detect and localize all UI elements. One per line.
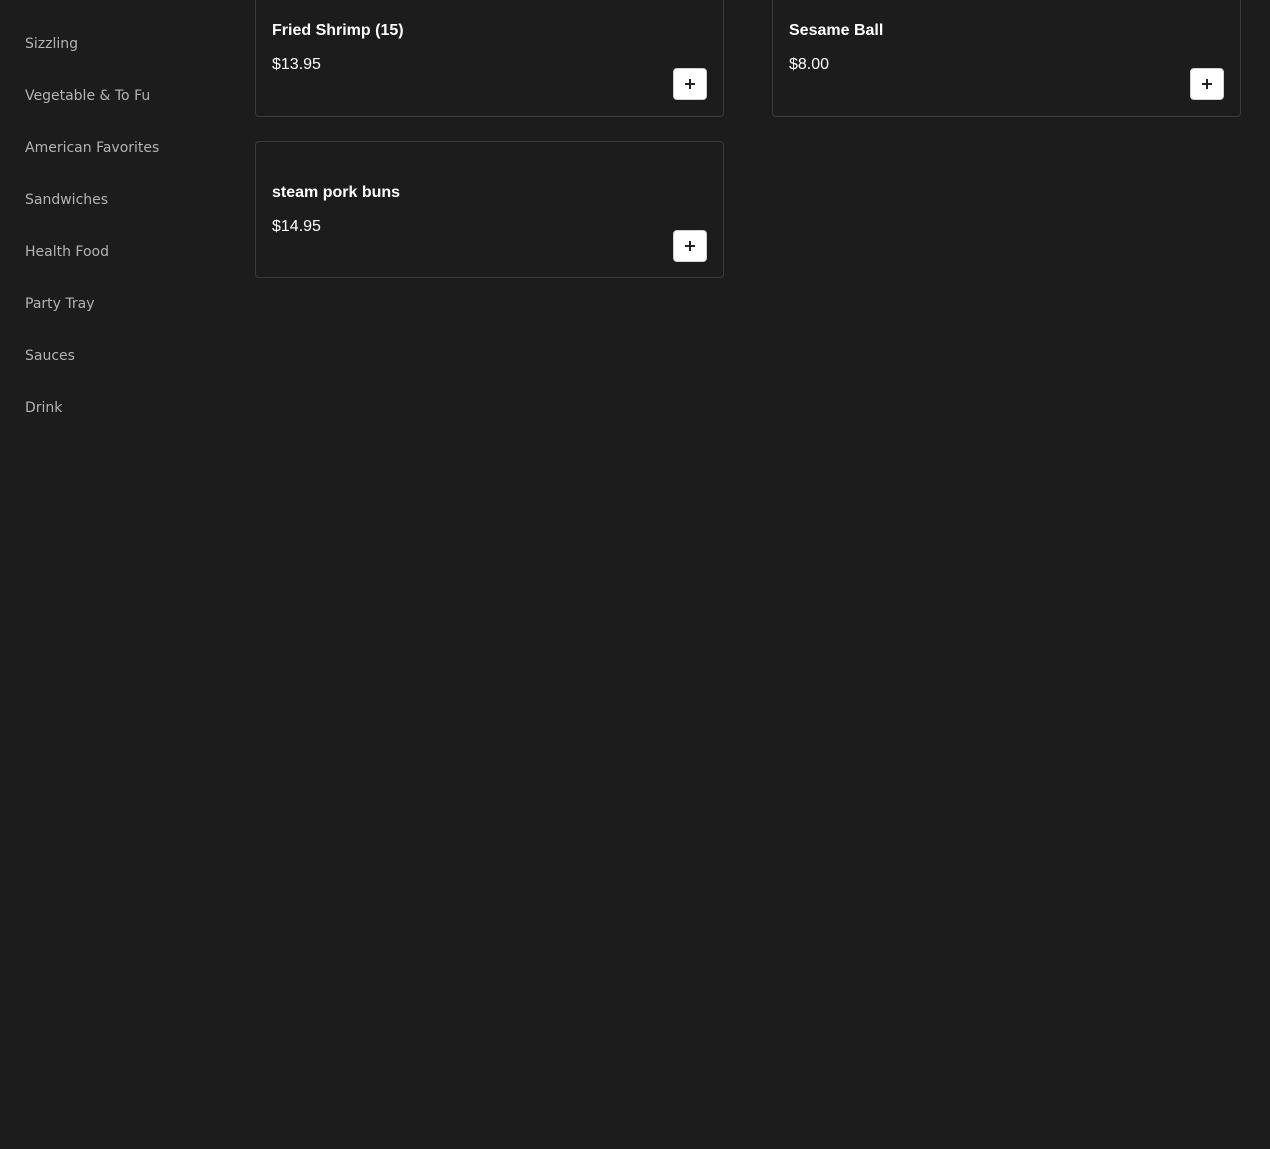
add-to-cart-button[interactable]: [1190, 68, 1224, 100]
menu-item-card[interactable]: Fried Shrimp (15) $13.95: [255, 0, 724, 117]
sidebar-item-sandwiches[interactable]: Sandwiches: [25, 190, 108, 210]
item-name: Sesame Ball: [789, 22, 884, 39]
sidebar-item-sauces[interactable]: Sauces: [25, 346, 75, 366]
item-price: $13.95: [272, 56, 321, 73]
add-to-cart-button[interactable]: [673, 68, 707, 100]
item-name: Fried Shrimp (15): [272, 22, 404, 39]
menu-page: Sizzling Vegetable & To Fu American Favo…: [0, 0, 1270, 1149]
item-price: $8.00: [789, 56, 830, 73]
sidebar-item-party-tray[interactable]: Party Tray: [25, 294, 95, 314]
add-to-cart-button[interactable]: [673, 230, 707, 262]
sidebar-item-vegetable-tofu[interactable]: Vegetable & To Fu: [25, 86, 150, 106]
plus-icon: [1202, 79, 1212, 89]
menu-item-card[interactable]: steam pork buns $14.95: [255, 141, 724, 278]
plus-icon: [685, 79, 695, 89]
plus-icon: [685, 241, 695, 251]
item-name: steam pork buns: [272, 184, 401, 201]
sidebar-item-american-favorites[interactable]: American Favorites: [25, 138, 159, 158]
menu-item-card[interactable]: Sesame Ball $8.00: [772, 0, 1241, 117]
sidebar-item-health-food[interactable]: Health Food: [25, 242, 109, 262]
sidebar-item-drink[interactable]: Drink: [25, 398, 62, 418]
item-price: $14.95: [272, 218, 321, 235]
sidebar-item-sizzling[interactable]: Sizzling: [25, 34, 78, 54]
